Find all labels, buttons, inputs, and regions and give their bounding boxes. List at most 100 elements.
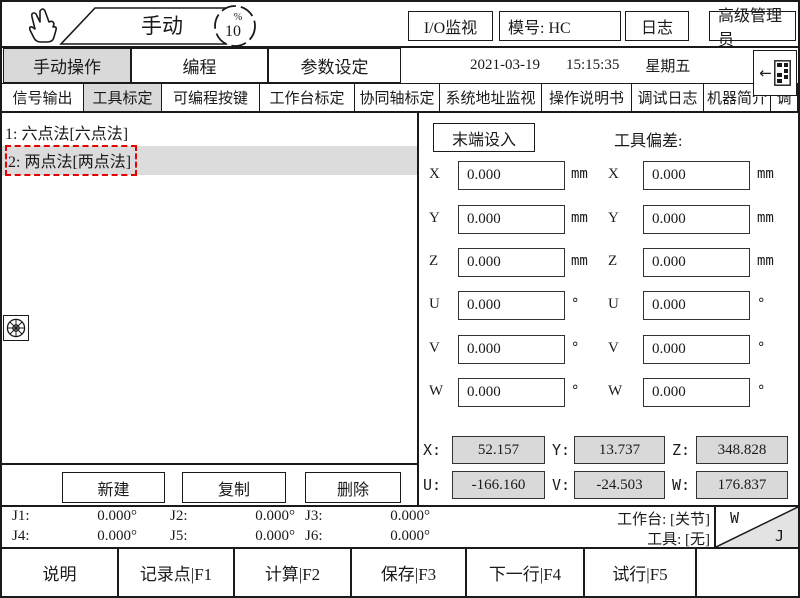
unit-label: ° bbox=[571, 296, 579, 312]
unit-label: ° bbox=[757, 383, 765, 399]
left-arrow-icon: ← bbox=[759, 64, 772, 82]
axis-row-x: X 0.000 mm X 0.000 mm bbox=[421, 161, 798, 191]
subtab-coordinated-axis-calibration[interactable]: 协同轴标定 bbox=[355, 84, 440, 111]
tool-calibration-panel: 末端设入 工具偏差: X 0.000 mm X 0.000 mm Y 0.000… bbox=[421, 113, 798, 505]
subtab-operation-manual[interactable]: 操作说明书 bbox=[542, 84, 632, 111]
model-number-button[interactable]: 模号: HC bbox=[499, 11, 621, 41]
subtab-programmable-keys[interactable]: 可编程按键 bbox=[162, 84, 260, 111]
fn-record-point-f1-button[interactable]: 记录点|F1 bbox=[119, 549, 235, 596]
end-x-field[interactable]: 0.000 bbox=[458, 161, 565, 190]
joint-readout-j2: J2: 0.000° bbox=[170, 508, 295, 525]
wheel-icon bbox=[6, 318, 26, 338]
subtab-signal-output[interactable]: 信号输出 bbox=[2, 84, 84, 111]
offset-z-field[interactable]: 0.000 bbox=[643, 248, 750, 277]
joint-value: 0.000° bbox=[345, 508, 430, 525]
weekday-label: 星期五 bbox=[645, 55, 690, 76]
axis-label: W bbox=[608, 383, 622, 400]
keypad-icon bbox=[774, 60, 791, 86]
io-monitor-button[interactable]: I/O监视 bbox=[408, 11, 493, 41]
date-label: 2021-03-19 bbox=[470, 57, 540, 74]
unit-label: mm bbox=[757, 210, 774, 226]
main-area: 1: 六点法[六点法] 2: 两点法[两点法] 新建 复制 bbox=[2, 113, 798, 505]
joint-value: 0.000° bbox=[52, 508, 137, 525]
end-w-field[interactable]: 0.000 bbox=[458, 378, 565, 407]
joint-label: J3: bbox=[305, 508, 345, 525]
mode-label-svg: 手动 bbox=[141, 14, 183, 38]
axis-label: Z bbox=[429, 253, 438, 270]
offset-y-field[interactable]: 0.000 bbox=[643, 205, 750, 234]
unit-label: mm bbox=[757, 253, 774, 269]
subtab-debug-log[interactable]: 调试日志 bbox=[632, 84, 704, 111]
list-item[interactable]: 1: 六点法[六点法] bbox=[2, 117, 417, 146]
end-y-field[interactable]: 0.000 bbox=[458, 205, 565, 234]
offset-w-field[interactable]: 0.000 bbox=[643, 378, 750, 407]
fn-trial-run-f5-button[interactable]: 试行|F5 bbox=[585, 549, 697, 596]
frame-j-label: J bbox=[775, 527, 784, 545]
coord-x-label: X: bbox=[423, 441, 441, 459]
joint-label: J2: bbox=[170, 508, 210, 525]
end-z-field[interactable]: 0.000 bbox=[458, 248, 565, 277]
joint-value: 0.000° bbox=[210, 528, 295, 545]
coord-w-label: W: bbox=[672, 476, 690, 494]
unit-label: ° bbox=[757, 340, 765, 356]
coord-u-value: -166.160 bbox=[452, 471, 545, 499]
list-item-label: 1: 六点法[六点法] bbox=[5, 120, 128, 144]
copy-button[interactable]: 复制 bbox=[182, 472, 286, 503]
offset-u-field[interactable]: 0.000 bbox=[643, 291, 750, 320]
coord-z-label: Z: bbox=[672, 441, 690, 459]
end-set-button[interactable]: 末端设入 bbox=[433, 123, 535, 152]
main-tab-row: 手动操作 编程 参数设定 2021-03-19 15:15:35 星期五 ← bbox=[2, 48, 798, 84]
fn-help-button[interactable]: 说明 bbox=[2, 549, 119, 596]
admin-level-button[interactable]: 高级管理员 bbox=[709, 11, 796, 41]
fn-calculate-f2-button[interactable]: 计算|F2 bbox=[235, 549, 352, 596]
subtab-system-address-monitor[interactable]: 系统地址监视 bbox=[440, 84, 542, 111]
offset-v-field[interactable]: 0.000 bbox=[643, 335, 750, 364]
log-button[interactable]: 日志 bbox=[625, 11, 689, 41]
delete-button[interactable]: 删除 bbox=[305, 472, 401, 503]
fn-next-line-f4-button[interactable]: 下一行|F4 bbox=[467, 549, 585, 596]
fn-save-f3-button[interactable]: 保存|F3 bbox=[352, 549, 467, 596]
wj-diagonal-icon bbox=[716, 507, 798, 547]
list-item[interactable]: 2: 两点法[两点法] bbox=[2, 146, 417, 175]
unit-label: ° bbox=[571, 340, 579, 356]
coord-x-value: 52.157 bbox=[452, 436, 545, 464]
function-key-bar: 说明 记录点|F1 计算|F2 保存|F3 下一行|F4 试行|F5 bbox=[2, 547, 798, 596]
tab-parameter-setting[interactable]: 参数设定 bbox=[268, 48, 401, 83]
subtab-workbench-calibration[interactable]: 工作台标定 bbox=[260, 84, 355, 111]
top-bar: 手动 % 10 I/O监视 模号: HC 日志 高级管理员 bbox=[2, 2, 798, 48]
axis-row-w: W 0.000 ° W 0.000 ° bbox=[421, 378, 798, 408]
tool-offset-label: 工具偏差: bbox=[614, 127, 682, 151]
end-v-field[interactable]: 0.000 bbox=[458, 335, 565, 364]
end-u-field[interactable]: 0.000 bbox=[458, 291, 565, 320]
unit-label: ° bbox=[757, 296, 765, 312]
offset-x-field[interactable]: 0.000 bbox=[643, 161, 750, 190]
frame-wj-toggle[interactable]: W J bbox=[714, 507, 798, 547]
joint-readout-j1: J1: 0.000° bbox=[12, 508, 137, 525]
coord-z-value: 348.828 bbox=[696, 436, 788, 464]
tab-manual-operation[interactable]: 手动操作 bbox=[3, 48, 131, 83]
speed-value-svg: 10 bbox=[225, 23, 241, 40]
axis-label: Y bbox=[608, 210, 619, 227]
selection-dashed-outline: 2: 两点法[两点法] bbox=[5, 145, 137, 176]
new-button[interactable]: 新建 bbox=[62, 472, 165, 503]
coord-y-value: 13.737 bbox=[574, 436, 665, 464]
axis-label: V bbox=[608, 340, 619, 357]
joint-value: 0.000° bbox=[210, 508, 295, 525]
coord-row-2: U: -166.160 V: -24.503 W: 176.837 bbox=[421, 471, 798, 500]
sub-tab-row: 信号输出 工具标定 可编程按键 工作台标定 协同轴标定 系统地址监视 操作说明书… bbox=[2, 84, 798, 113]
tab-programming[interactable]: 编程 bbox=[131, 48, 268, 83]
joint-line-2: J4: 0.000° J5: 0.000° J6: 0.000° bbox=[2, 528, 472, 548]
axis-row-u: U 0.000 ° U 0.000 ° bbox=[421, 291, 798, 321]
coord-y-label: Y: bbox=[552, 441, 570, 459]
joint-value: 0.000° bbox=[345, 528, 430, 545]
axis-label: X bbox=[429, 166, 440, 183]
unit-label: mm bbox=[571, 253, 588, 269]
coord-row-1: X: 52.157 Y: 13.737 Z: 348.828 bbox=[421, 436, 798, 465]
keyboard-collapse-button[interactable]: ← bbox=[753, 50, 797, 96]
subtab-tool-calibration[interactable]: 工具标定 bbox=[84, 84, 162, 111]
workbench-mode-label: 工作台: [关节] bbox=[617, 508, 710, 529]
axis-label: Z bbox=[608, 253, 617, 270]
axis-label: V bbox=[429, 340, 440, 357]
tool-mode-label: 工具: [无] bbox=[647, 528, 710, 549]
jog-wheel-button[interactable] bbox=[3, 315, 29, 341]
